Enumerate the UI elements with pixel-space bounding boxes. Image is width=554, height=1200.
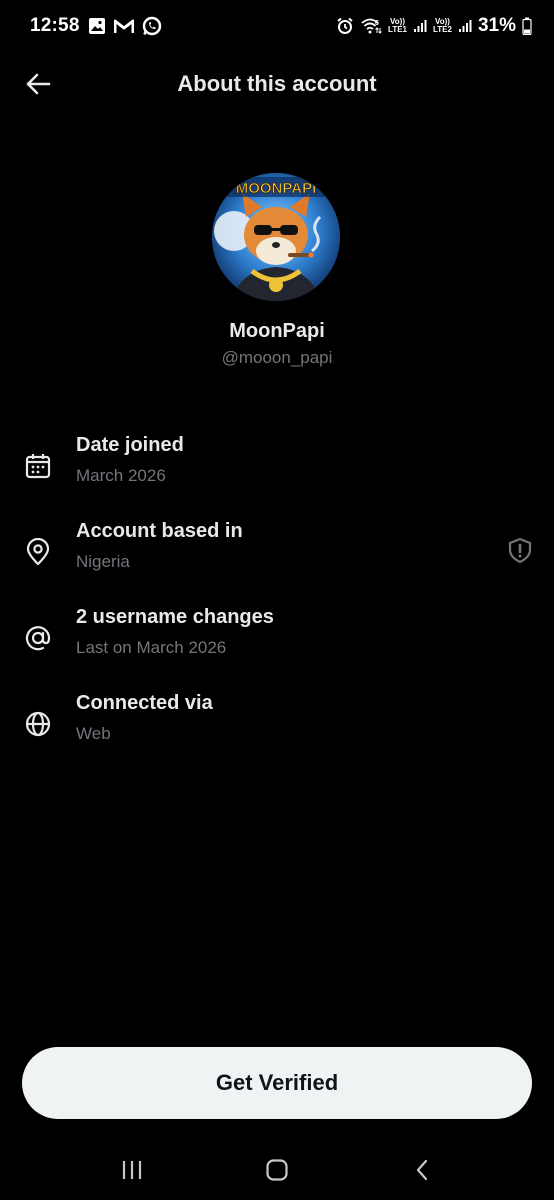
wifi-icon: 6 xyxy=(360,17,382,35)
battery-icon xyxy=(522,17,532,35)
signal-icon-2: Vo)) LTE2 xyxy=(433,18,452,34)
whatsapp-icon xyxy=(142,16,162,36)
info-row-date-joined: Date joined March 2026 xyxy=(0,434,554,504)
shield-alert-icon[interactable] xyxy=(504,534,536,566)
header: About this account xyxy=(0,58,554,110)
battery-percent: 31% xyxy=(477,15,516,36)
recent-apps-button[interactable] xyxy=(102,1140,162,1200)
info-title: 2 username changes xyxy=(76,606,274,628)
info-row-username-changes: 2 username changes Last on March 2026 xyxy=(0,606,554,676)
back-icon xyxy=(416,1159,427,1181)
info-subtitle: Web xyxy=(76,724,111,743)
display-name: MoonPapi xyxy=(229,320,325,342)
recent-apps-icon xyxy=(123,1161,142,1179)
status-right: 6 Vo)) LTE1 Vo)) LTE2 31% xyxy=(336,15,532,37)
avatar-image: MOONPAPI xyxy=(212,173,340,301)
info-subtitle: Last on March 2026 xyxy=(76,638,227,657)
alarm-icon xyxy=(336,17,354,35)
status-left: 12:58 xyxy=(30,15,162,37)
globe-icon xyxy=(22,708,54,740)
avatar-logo-text: MOONPAPI xyxy=(236,180,317,197)
status-bar: 12:58 6 Vo)) LTE1 Vo)) LTE2 31% xyxy=(0,0,554,52)
network-label-2: LTE2 xyxy=(433,25,452,34)
signal-bars-2-icon xyxy=(458,19,472,33)
arrow-left-icon xyxy=(26,73,51,95)
home-button[interactable] xyxy=(247,1140,307,1200)
info-title: Connected via xyxy=(76,692,213,714)
get-verified-button[interactable]: Get Verified xyxy=(22,1047,532,1119)
at-sign-icon xyxy=(22,622,54,654)
gallery-icon xyxy=(88,17,106,35)
info-subtitle: March 2026 xyxy=(76,466,166,485)
home-icon xyxy=(266,1159,288,1181)
back-button[interactable] xyxy=(18,64,58,104)
signal-bars-1-icon xyxy=(413,19,427,33)
user-handle: @mooon_papi xyxy=(221,348,333,367)
info-row-account-location: Account based in Nigeria xyxy=(0,520,554,590)
about-account-screen: 12:58 6 Vo)) LTE1 Vo)) LTE2 31% About th… xyxy=(0,0,554,1200)
network-label-1: LTE1 xyxy=(388,25,407,34)
signal-icon-1: Vo)) LTE1 xyxy=(388,18,407,34)
page-title: About this account xyxy=(177,71,377,96)
info-subtitle: Nigeria xyxy=(76,552,130,571)
system-back-button[interactable] xyxy=(392,1140,452,1200)
status-time: 12:58 xyxy=(30,15,80,36)
calendar-icon xyxy=(22,450,54,482)
avatar[interactable]: MOONPAPI xyxy=(212,173,340,301)
wifi-badge: 6 xyxy=(375,20,379,27)
info-title: Date joined xyxy=(76,434,184,456)
location-pin-icon xyxy=(22,536,54,568)
gmail-icon xyxy=(113,18,134,34)
info-row-connected-via: Connected via Web xyxy=(0,692,554,762)
system-nav-bar xyxy=(0,1140,554,1200)
info-title: Account based in xyxy=(76,520,243,542)
